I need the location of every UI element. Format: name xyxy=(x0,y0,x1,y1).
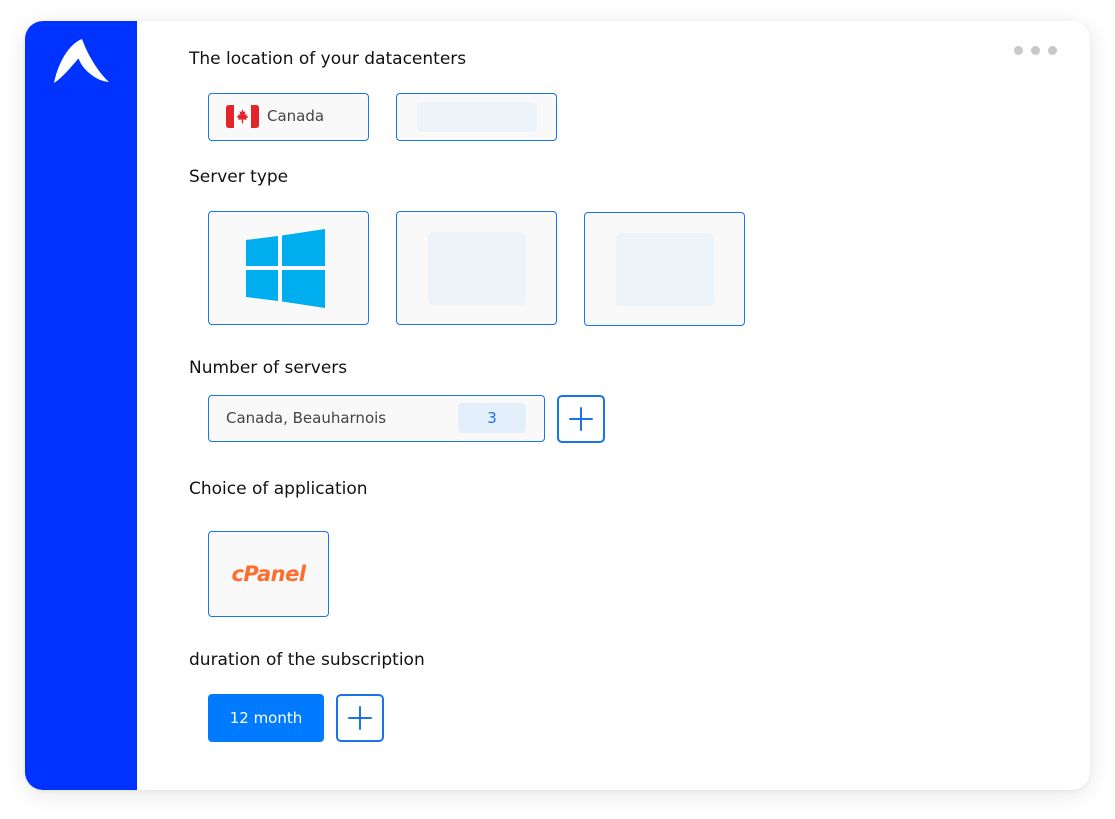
app-window: The location of your datacenters Canada … xyxy=(25,21,1090,790)
location-section-title: The location of your datacenters xyxy=(189,49,467,69)
country-option-empty[interactable] xyxy=(396,93,557,141)
application-option-cpanel[interactable]: cPanel xyxy=(208,531,329,617)
sidebar xyxy=(25,21,137,790)
server-count-value[interactable]: 3 xyxy=(458,403,526,433)
country-option-canada[interactable]: Canada xyxy=(208,93,369,141)
dot-icon xyxy=(1031,46,1040,55)
add-server-button[interactable] xyxy=(557,395,605,443)
placeholder-block xyxy=(616,233,714,306)
canada-flag-icon xyxy=(226,105,259,128)
server-type-option-3[interactable] xyxy=(584,212,745,326)
server-location-label: Canada, Beauharnois xyxy=(226,409,387,427)
dot-icon xyxy=(1048,46,1057,55)
add-duration-button[interactable] xyxy=(336,694,384,742)
plus-icon xyxy=(569,407,593,431)
application-section-title: Choice of application xyxy=(189,479,368,499)
windows-logo-icon xyxy=(246,229,325,308)
server-count-field[interactable]: Canada, Beauharnois 3 xyxy=(208,395,545,442)
country-label: Canada xyxy=(267,107,325,125)
dot-icon xyxy=(1014,46,1023,55)
cpanel-logo: cPanel xyxy=(231,562,306,586)
window-menu-dots[interactable] xyxy=(1014,46,1057,55)
server-type-section-title: Server type xyxy=(189,167,289,187)
duration-12-month-button[interactable]: 12 month xyxy=(208,694,324,742)
server-type-windows[interactable] xyxy=(208,211,369,325)
placeholder-block xyxy=(428,232,526,305)
brand-logo-icon xyxy=(54,39,109,83)
number-section-title: Number of servers xyxy=(189,358,348,378)
placeholder-block xyxy=(417,102,537,132)
server-type-option-2[interactable] xyxy=(396,211,557,325)
plus-icon xyxy=(348,706,372,730)
duration-section-title: duration of the subscription xyxy=(189,650,425,670)
